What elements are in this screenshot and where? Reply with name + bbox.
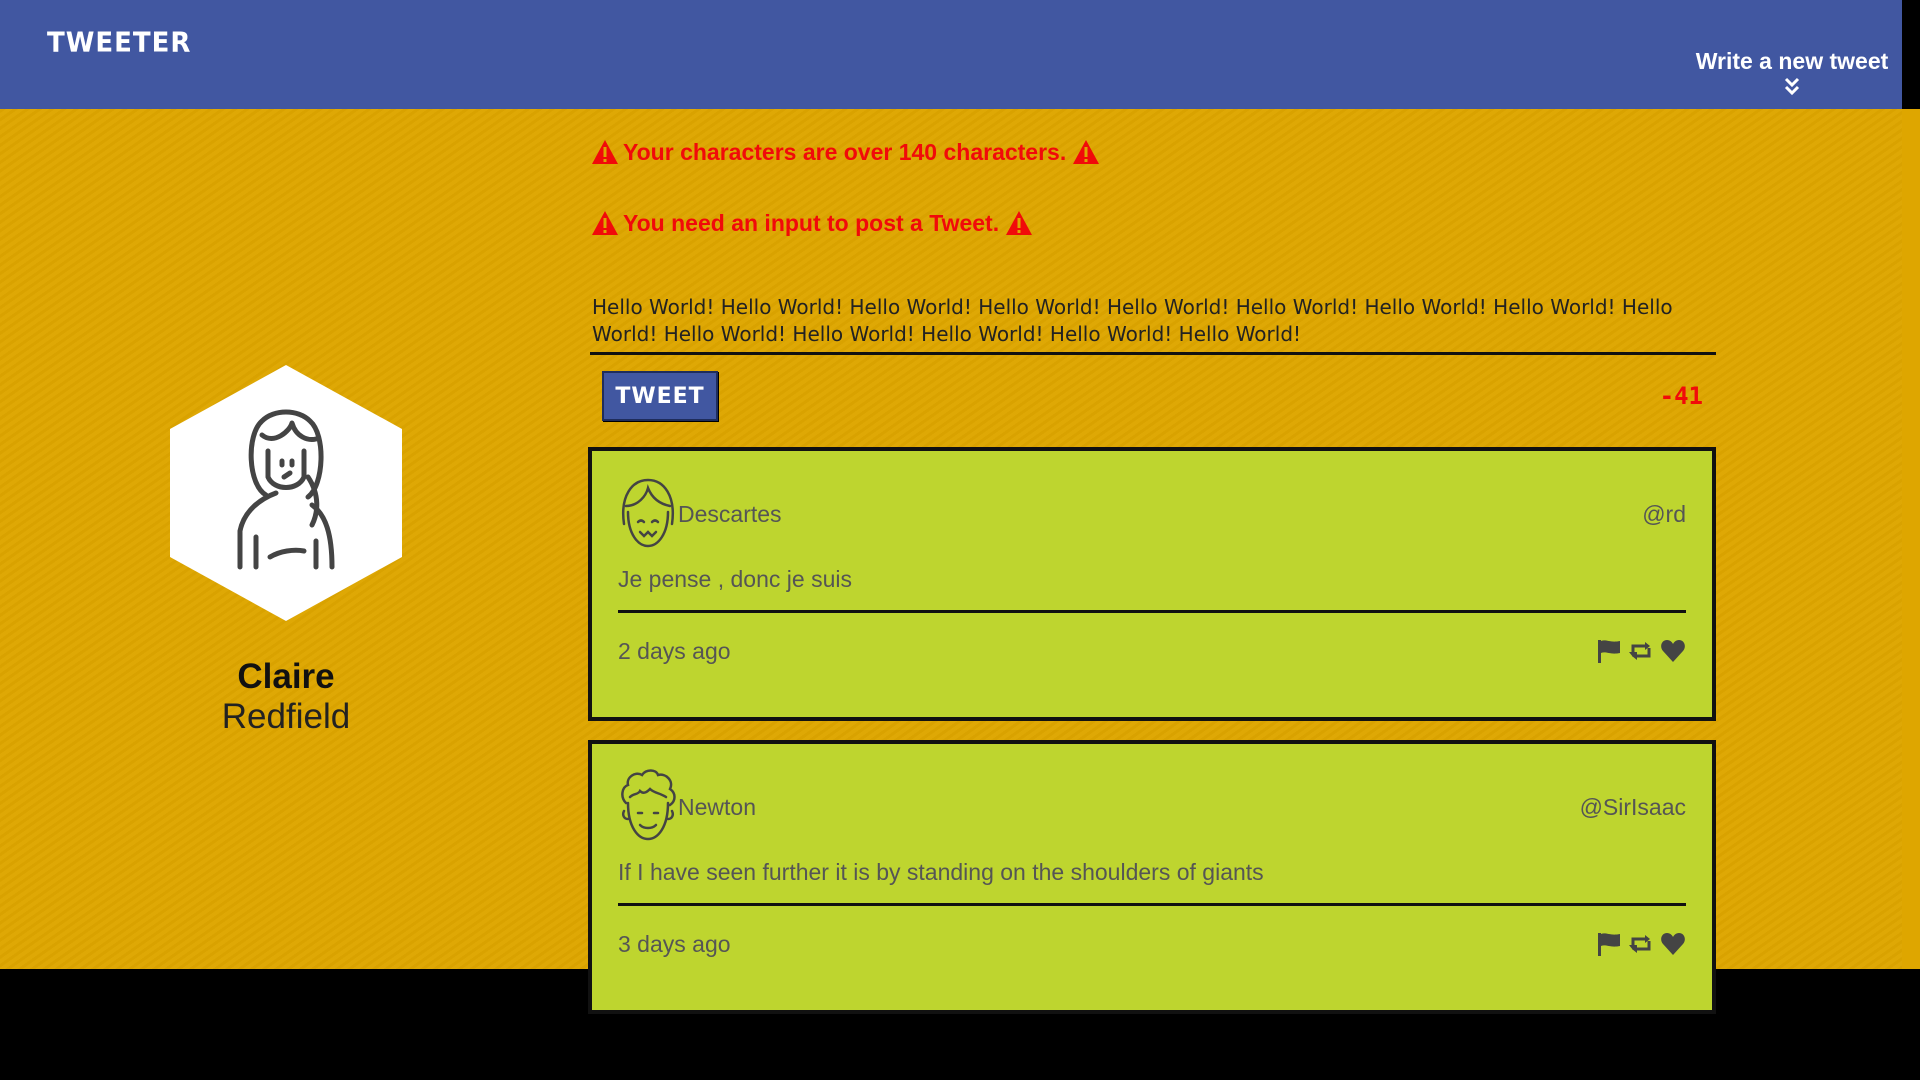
- tweet-header: Newton @SirIsaac: [618, 768, 1686, 846]
- retweet-icon[interactable]: [1628, 638, 1654, 664]
- user-profile: Claire Redfield: [170, 365, 402, 737]
- error-messages: Your characters are over 140 characters.…: [590, 132, 1720, 243]
- scrollbar-gutter: [1902, 109, 1920, 969]
- tweet-actions: [1596, 638, 1686, 664]
- error-too-long-text: Your characters are over 140 characters.: [623, 138, 1067, 165]
- woman-avatar-icon: [170, 365, 402, 621]
- top-navbar: TWEETER Write a new tweet: [0, 0, 1902, 109]
- girl-avatar-icon: [621, 478, 675, 548]
- heart-icon[interactable]: [1660, 931, 1686, 957]
- heart-icon[interactable]: [1660, 638, 1686, 664]
- warning-icon: [1073, 140, 1100, 164]
- main-content: Claire Redfield Your characters are over…: [0, 109, 1902, 1014]
- error-empty-input: You need an input to post a Tweet.: [590, 203, 1720, 243]
- tweet-username[interactable]: Newton: [678, 794, 756, 821]
- warning-icon: [592, 140, 618, 164]
- tweet-textarea[interactable]: Hello World! Hello World! Hello World! H…: [590, 294, 1716, 355]
- tweet-username[interactable]: Descartes: [678, 501, 782, 528]
- tweet-content: If I have seen further it is by standing…: [618, 859, 1686, 906]
- app-logo[interactable]: TWEETER: [47, 27, 191, 59]
- tweet-footer: 2 days ago: [618, 631, 1686, 671]
- error-too-long: Your characters are over 140 characters.: [590, 132, 1720, 172]
- tweet-timestamp: 3 days ago: [618, 930, 731, 957]
- error-empty-input-text: You need an input to post a Tweet.: [623, 209, 1000, 236]
- warning-icon: [592, 211, 618, 235]
- flag-icon[interactable]: [1596, 638, 1622, 664]
- flag-icon[interactable]: [1596, 931, 1622, 957]
- write-new-tweet-toggle[interactable]: Write a new tweet: [1682, 48, 1902, 97]
- tweet-composer: Hello World! Hello World! Hello World! H…: [590, 294, 1716, 428]
- profile-first-name: Claire: [237, 657, 335, 696]
- tweet-handle[interactable]: @SirIsaac: [1580, 794, 1686, 821]
- tweet-actions: [1596, 931, 1686, 957]
- profile-name: Claire Redfield: [170, 657, 402, 737]
- tweet-card: Newton @SirIsaac If I have seen further …: [588, 740, 1716, 1014]
- tweet-timestamp: 2 days ago: [618, 637, 731, 664]
- profile-last-name: Redfield: [221, 697, 351, 736]
- warning-icon: [1006, 211, 1033, 235]
- tweet-handle[interactable]: @rd: [1642, 501, 1686, 528]
- tweet-footer: 3 days ago: [618, 924, 1686, 964]
- tweet-button[interactable]: TWEET: [602, 371, 718, 421]
- composer-controls: TWEET -41: [590, 368, 1715, 428]
- character-counter: -41: [1659, 382, 1703, 410]
- double-chevron-down-icon: [1784, 77, 1800, 96]
- curly-hair-avatar-icon: [621, 769, 676, 841]
- tweet-card: Descartes @rd Je pense , donc je suis 2 …: [588, 447, 1716, 721]
- tweet-header: Descartes @rd: [618, 475, 1686, 553]
- retweet-icon[interactable]: [1628, 931, 1654, 957]
- tweet-content: Je pense , donc je suis: [618, 566, 1686, 613]
- write-new-tweet-label: Write a new tweet: [1695, 48, 1889, 74]
